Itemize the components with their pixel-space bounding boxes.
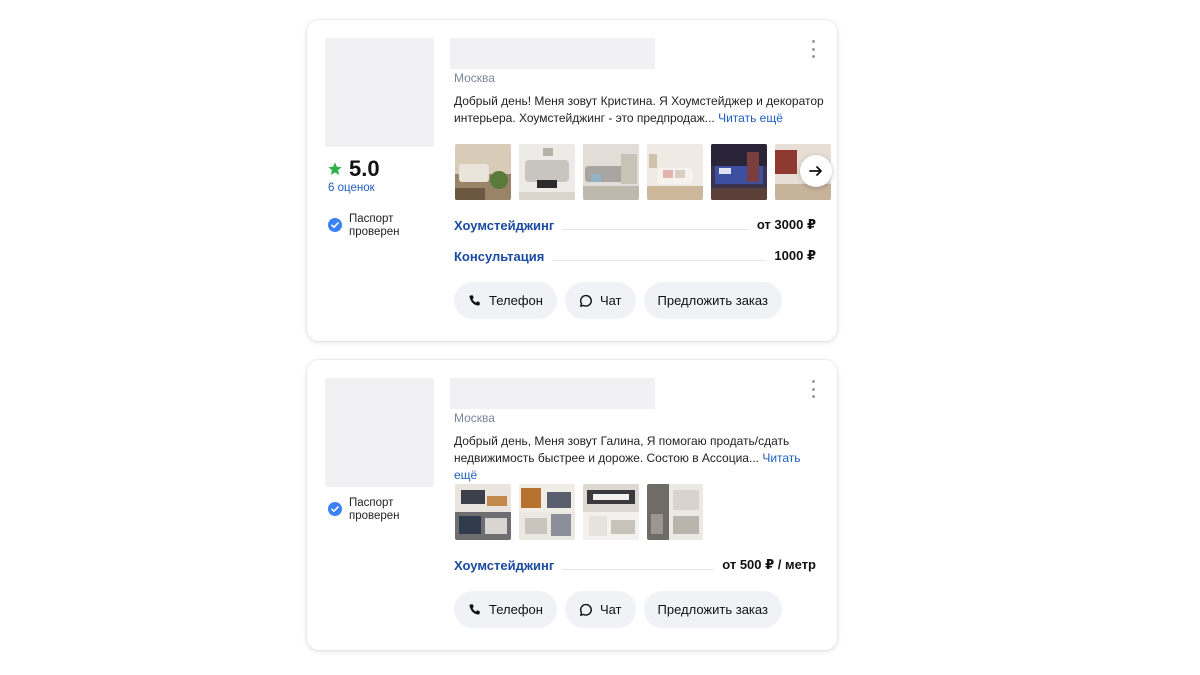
phone-button-label: Телефон (489, 293, 543, 308)
chat-button[interactable]: Чат (564, 282, 636, 319)
passport-verified-label: Паспорт проверен (349, 213, 400, 238)
service-row: Хоумстейджинг от 3000 ₽ (454, 217, 816, 233)
phone-icon (469, 294, 480, 306)
chat-icon (579, 603, 592, 616)
portfolio-photo[interactable] (519, 144, 575, 200)
offer-order-button[interactable]: Предложить заказ (643, 282, 782, 319)
more-options-icon[interactable] (805, 380, 821, 398)
arrow-right-icon (809, 166, 822, 176)
verified-check-icon (328, 218, 342, 232)
service-row: Консультация 1000 ₽ (454, 248, 816, 264)
read-more-link[interactable]: Читать ещё (718, 111, 783, 125)
phone-button-label: Телефон (489, 602, 543, 617)
avatar[interactable] (325, 38, 434, 147)
phone-icon (469, 603, 480, 615)
service-price: от 500 ₽ / метр (722, 557, 816, 572)
offer-order-button[interactable]: Предложить заказ (643, 591, 782, 628)
chat-button[interactable]: Чат (564, 591, 636, 628)
specialist-card[interactable]: Москва Добрый день! Меня зовут Кристина.… (307, 20, 837, 341)
rating-score: 5.0 (349, 156, 380, 181)
portfolio-photo[interactable] (519, 484, 575, 540)
phone-button[interactable]: Телефон (454, 591, 557, 628)
service-row: Хоумстейджинг от 500 ₽ / метр (454, 557, 816, 573)
service-leader (562, 228, 749, 230)
description-text: Добрый день, Меня зовут Галина, Я помога… (454, 434, 790, 465)
city-label: Москва (454, 71, 495, 85)
star-icon (328, 162, 342, 175)
specialist-name-placeholder[interactable] (450, 38, 655, 69)
photos-next-button[interactable] (800, 155, 832, 187)
description: Добрый день, Меня зовут Галина, Я помога… (454, 433, 824, 484)
chat-icon (579, 294, 592, 307)
action-buttons: Телефон Чат Предложить заказ (454, 282, 782, 319)
photo-gallery (455, 484, 703, 540)
service-leader (552, 259, 767, 261)
portfolio-photo[interactable] (455, 484, 511, 540)
service-name-link[interactable]: Хоумстейджинг (454, 558, 554, 573)
portfolio-photo[interactable] (711, 144, 767, 200)
portfolio-photo[interactable] (647, 484, 703, 540)
offer-order-button-label: Предложить заказ (657, 293, 768, 308)
passport-verified-label: Паспорт проверен (349, 497, 400, 522)
description: Добрый день! Меня зовут Кристина. Я Хоум… (454, 93, 824, 127)
portfolio-photo[interactable] (455, 144, 511, 200)
passport-verified: Паспорт проверен (328, 213, 419, 239)
portfolio-photo[interactable] (583, 484, 639, 540)
photo-gallery (455, 144, 831, 200)
offer-order-button-label: Предложить заказ (657, 602, 768, 617)
portfolio-photo[interactable] (647, 144, 703, 200)
specialist-card[interactable]: Москва Добрый день, Меня зовут Галина, Я… (307, 360, 837, 650)
service-leader (562, 568, 715, 570)
portfolio-photo[interactable] (583, 144, 639, 200)
specialist-name-placeholder[interactable] (450, 378, 655, 409)
verified-check-icon (328, 502, 342, 516)
chat-button-label: Чат (599, 293, 622, 308)
reviews-link[interactable]: 6 оценок (328, 182, 375, 194)
service-price: от 3000 ₽ (756, 217, 816, 232)
avatar[interactable] (325, 378, 434, 487)
rating: 5.0 (327, 156, 380, 182)
service-price: 1000 ₽ (774, 248, 816, 263)
service-name-link[interactable]: Консультация (454, 249, 544, 264)
passport-verified: Паспорт проверен (328, 497, 419, 523)
action-buttons: Телефон Чат Предложить заказ (454, 591, 782, 628)
chat-button-label: Чат (599, 602, 622, 617)
more-options-icon[interactable] (805, 40, 821, 58)
phone-button[interactable]: Телефон (454, 282, 557, 319)
city-label: Москва (454, 411, 495, 425)
service-name-link[interactable]: Хоумстейджинг (454, 218, 554, 233)
